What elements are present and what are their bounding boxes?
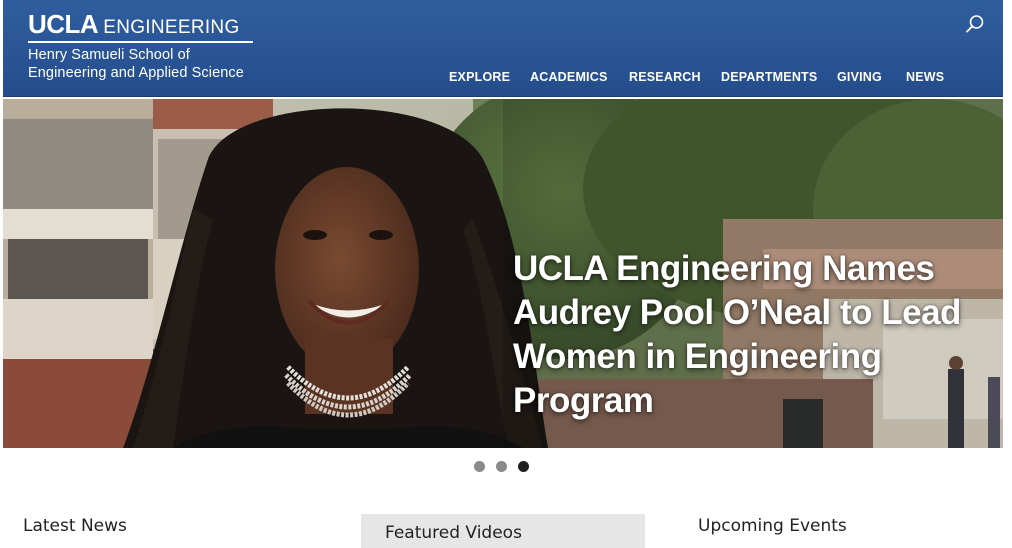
carousel-dot-1[interactable] [474, 461, 485, 472]
search-icon[interactable] [965, 14, 985, 34]
hero-carousel[interactable]: UCLA Engineering Names Audrey Pool O’Nea… [3, 99, 1003, 448]
nav-news[interactable]: NEWS [906, 70, 944, 84]
carousel-dot-3-active[interactable] [518, 461, 529, 472]
nav-explore[interactable]: EXPLORE [449, 70, 510, 84]
logo-engineering-text: ENGINEERING [103, 17, 240, 38]
main-nav: EXPLORE ACADEMICS RESEARCH DEPARTMENTS G… [3, 70, 1003, 86]
site-header: UCLA ENGINEERING Henry Samueli School of… [3, 0, 1003, 97]
featured-videos-heading: Featured Videos [385, 523, 522, 543]
nav-giving[interactable]: GIVING [837, 70, 882, 84]
featured-videos-tab[interactable]: Featured Videos [361, 514, 645, 548]
nav-academics[interactable]: ACADEMICS [530, 70, 608, 84]
carousel-dot-2[interactable] [496, 461, 507, 472]
logo-ucla-text: UCLA [28, 9, 99, 39]
logo-school-line-1: Henry Samueli School of [28, 47, 190, 63]
upcoming-events-heading: Upcoming Events [698, 516, 847, 536]
nav-departments[interactable]: DEPARTMENTS [721, 70, 817, 84]
latest-news-heading: Latest News [23, 516, 127, 536]
hero-headline[interactable]: UCLA Engineering Names Audrey Pool O’Nea… [513, 247, 983, 423]
nav-research[interactable]: RESEARCH [629, 70, 701, 84]
logo-divider [28, 41, 253, 43]
carousel-pagination [474, 461, 529, 473]
